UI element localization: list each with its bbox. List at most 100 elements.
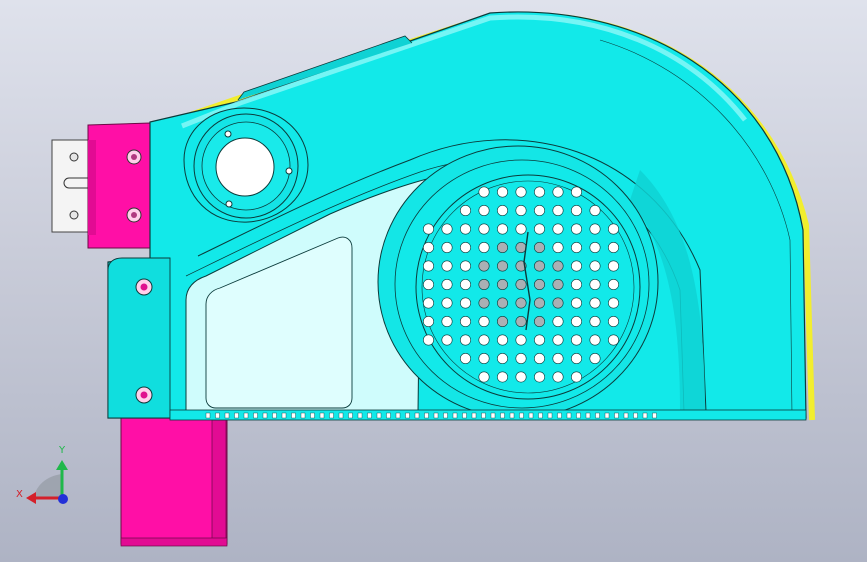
bottom-slot xyxy=(243,412,249,419)
flange-screw-top-core xyxy=(140,283,148,291)
grille-hole xyxy=(552,278,564,290)
grille-hole xyxy=(607,242,619,254)
grille-hole xyxy=(552,352,564,364)
grille-hole xyxy=(552,371,564,383)
grille-hole xyxy=(422,334,434,346)
grille-hole xyxy=(496,278,508,290)
grille-hole xyxy=(478,223,490,235)
grille-hole xyxy=(515,186,527,198)
grille-hole xyxy=(552,334,564,346)
view-triad[interactable]: X Y xyxy=(16,445,68,504)
bottom-slot xyxy=(205,412,211,419)
grille-hole xyxy=(422,278,434,290)
cad-model-view[interactable]: X Y xyxy=(0,0,867,562)
flange-screw-bottom-core xyxy=(140,391,148,399)
grille-hole xyxy=(422,260,434,272)
grille-hole xyxy=(552,260,564,272)
bottom-slot xyxy=(262,412,268,419)
grille-hole xyxy=(496,315,508,327)
grille-hole xyxy=(496,223,508,235)
triad-xz-plane xyxy=(34,474,62,497)
grille-hole xyxy=(570,205,582,217)
grille-hole xyxy=(570,315,582,327)
grille-hole xyxy=(607,223,619,235)
triad-y-arrow xyxy=(56,460,68,470)
grille-hole xyxy=(607,297,619,309)
bottom-slot xyxy=(424,412,429,419)
grille-hole xyxy=(496,260,508,272)
grille-hole xyxy=(441,297,453,309)
grille-hole xyxy=(478,205,490,217)
grille-hole xyxy=(441,278,453,290)
fan-housing[interactable] xyxy=(107,11,807,421)
bottom-slot xyxy=(319,412,325,419)
bottom-slot xyxy=(329,412,334,419)
bottom-slot xyxy=(405,412,410,419)
grille-hole xyxy=(552,205,564,217)
bottom-slot xyxy=(652,412,657,419)
grille-hole xyxy=(496,186,508,198)
triad-y-label: Y xyxy=(58,445,66,456)
grille-hole xyxy=(515,205,527,217)
graphics-viewport[interactable]: X Y xyxy=(0,0,867,562)
grille-hole xyxy=(422,242,434,254)
bottom-slot xyxy=(348,412,353,419)
grille-hole xyxy=(533,352,545,364)
grille-hole xyxy=(607,260,619,272)
grille-hole xyxy=(589,242,601,254)
mounting-screw-upper-2-core xyxy=(131,212,137,218)
grille-hole xyxy=(441,334,453,346)
grille-hole xyxy=(533,205,545,217)
grille-hole xyxy=(570,223,582,235)
grille-hole xyxy=(478,315,490,327)
grille-hole xyxy=(441,315,453,327)
bottom-slot xyxy=(547,412,553,419)
grille-hole xyxy=(515,315,527,327)
bottom-slot xyxy=(376,412,382,419)
grille-hole xyxy=(589,334,601,346)
bottom-slot xyxy=(310,412,315,419)
grille-hole xyxy=(515,371,527,383)
grille-hole xyxy=(589,260,601,272)
grille-hole xyxy=(570,242,582,254)
grille-hole xyxy=(533,242,545,254)
grille-hole xyxy=(533,371,545,383)
bearing-hole-3 xyxy=(225,200,233,208)
bottom-slot xyxy=(557,412,562,419)
grille-hole xyxy=(552,242,564,254)
grille-hole xyxy=(570,352,582,364)
grille-hole xyxy=(478,260,490,272)
bottom-slot xyxy=(215,412,220,419)
grille-hole xyxy=(441,223,453,235)
mounting-block-upper-body xyxy=(87,122,153,249)
bottom-slot xyxy=(604,412,610,419)
bottom-slot xyxy=(300,412,306,419)
grille-hole xyxy=(496,205,508,217)
grille-hole xyxy=(570,334,582,346)
bottom-slot xyxy=(367,412,372,419)
bottom-slot xyxy=(481,412,486,419)
grille-hole xyxy=(589,352,601,364)
grille-hole xyxy=(478,352,490,364)
bottom-slot xyxy=(471,412,477,419)
grille-hole xyxy=(533,223,545,235)
mounting-block-lower[interactable] xyxy=(120,417,228,547)
grille-hole xyxy=(459,260,471,272)
bottom-slot xyxy=(357,412,363,419)
grille-hole xyxy=(515,352,527,364)
grille-hole xyxy=(515,297,527,309)
mounting-block-lower-body xyxy=(120,417,228,545)
bearing-hole-2 xyxy=(285,167,293,175)
bottom-slot xyxy=(633,412,638,419)
grille-hole xyxy=(459,352,471,364)
bottom-slot xyxy=(642,412,648,419)
bottom-slot xyxy=(395,412,401,419)
grille-hole xyxy=(459,334,471,346)
mounting-block-upper[interactable] xyxy=(87,122,153,249)
bottom-slot xyxy=(291,412,296,419)
grille-hole xyxy=(552,186,564,198)
grille-hole xyxy=(570,278,582,290)
grille-hole xyxy=(422,297,434,309)
triad-x-arrow xyxy=(26,492,36,504)
bearing-hole-1 xyxy=(224,130,232,138)
